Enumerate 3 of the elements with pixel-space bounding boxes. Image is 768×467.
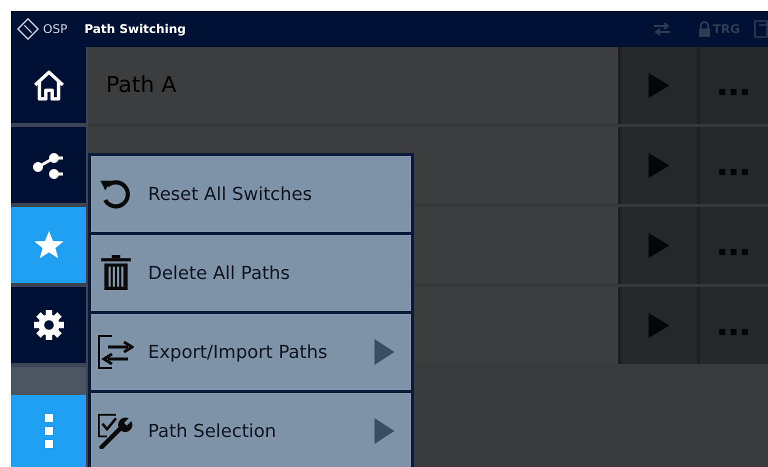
product-name: OSP xyxy=(43,22,68,36)
window-title: Path Switching xyxy=(84,22,186,36)
path-name: Path A xyxy=(106,73,176,98)
